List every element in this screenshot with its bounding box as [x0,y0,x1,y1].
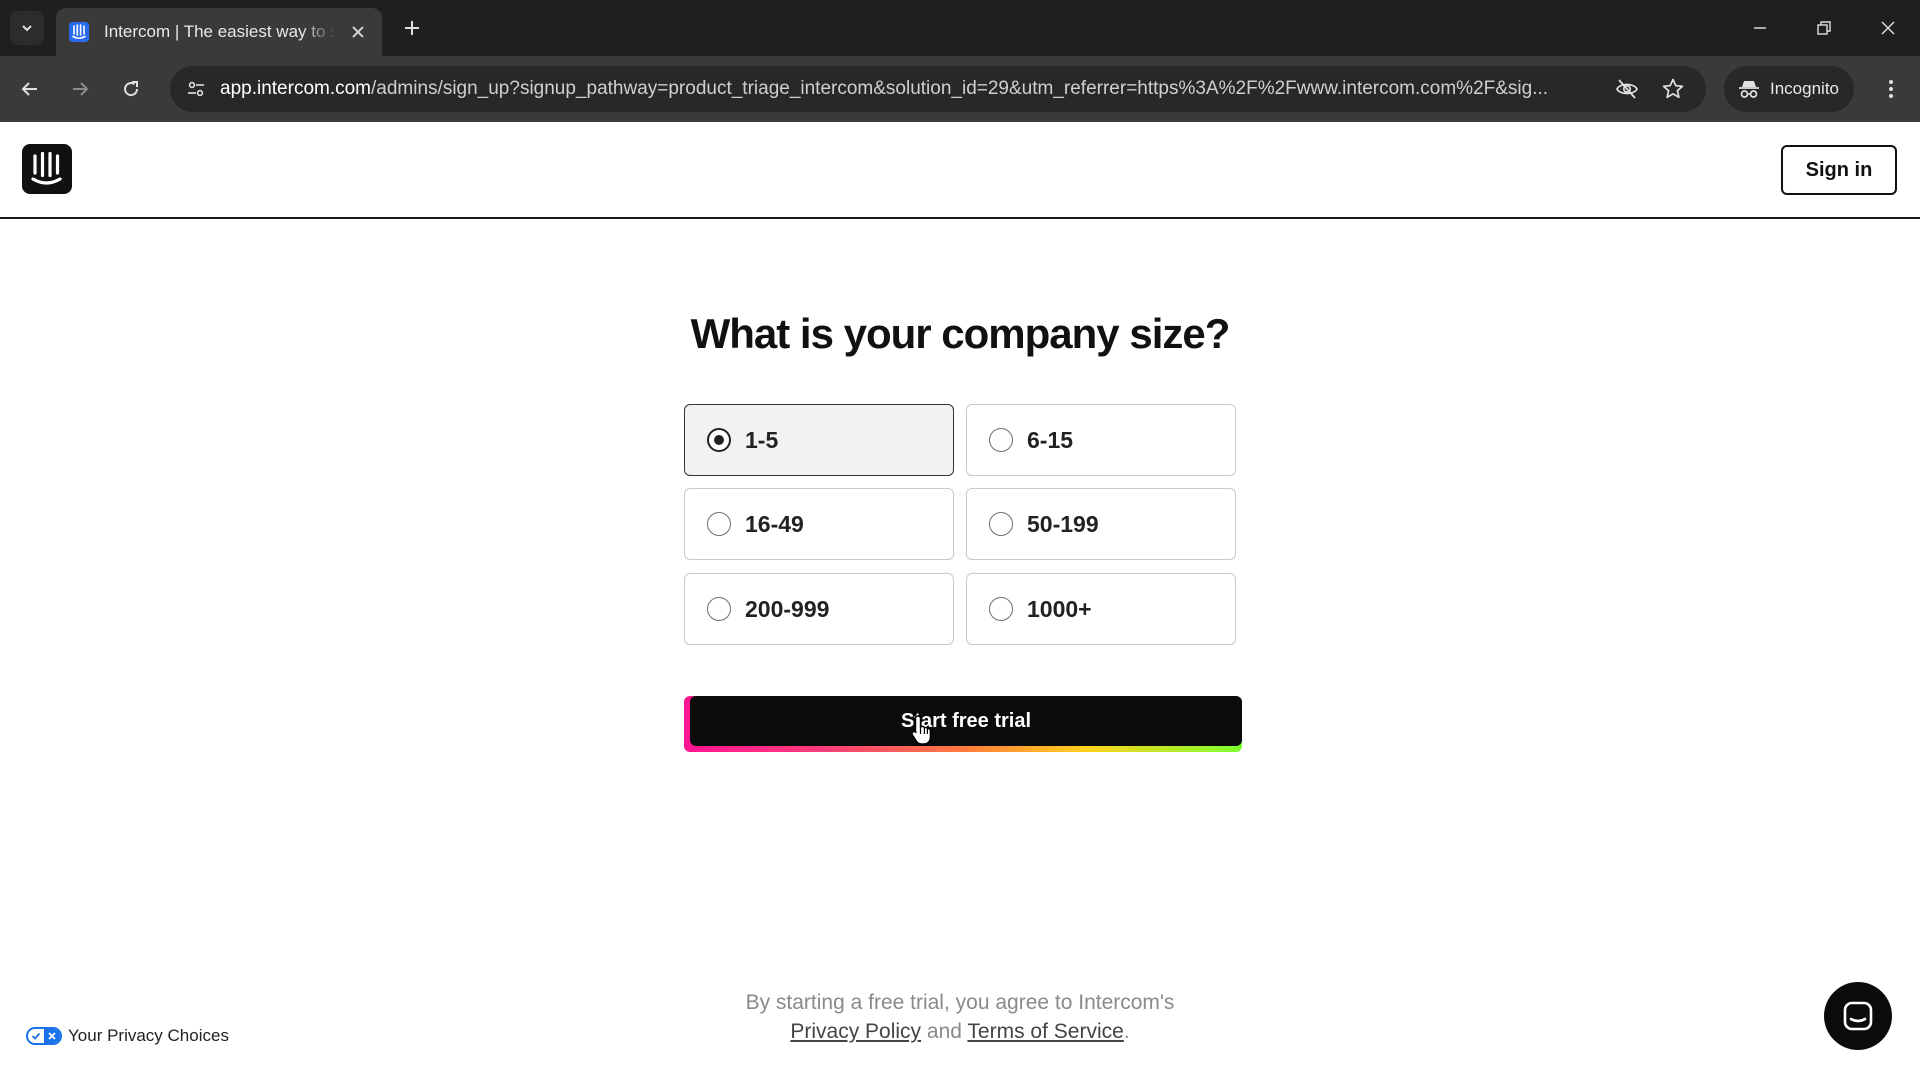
option-label: 200-999 [745,595,830,622]
chat-icon [1843,1001,1873,1031]
site-info-button[interactable] [182,75,210,103]
radio-button[interactable] [989,512,1013,536]
legal-and-text: and [926,1020,962,1043]
incognito-label: Incognito [1770,79,1839,98]
tab-search-button[interactable] [10,11,44,45]
back-button[interactable] [13,72,47,106]
privacy-choices-label: Your Privacy Choices [68,1026,229,1045]
forward-button[interactable] [63,72,97,106]
option-label: 50-199 [1027,510,1099,537]
browser-tab-strip: Intercom | The easiest way to scale [0,0,1920,56]
legal-period: . [1123,1020,1130,1043]
intercom-favicon-icon [69,22,89,42]
tracking-protection-button[interactable] [1614,76,1640,102]
reload-icon [124,81,139,97]
intercom-logo[interactable] [22,144,72,194]
minimize-window-button[interactable] [1740,10,1780,46]
legal-notice: By starting a free trial, you agree to I… [0,988,1920,1046]
browser-tab-active[interactable]: Intercom | The easiest way to scale [56,8,382,56]
restore-icon [1817,21,1831,35]
incognito-icon [1739,81,1759,98]
hand-cursor-icon [911,715,932,745]
address-bar[interactable]: app.intercom.com/admins/sign_up?signup_p… [170,66,1706,112]
url-text: app.intercom.com/admins/sign_up?signup_p… [220,78,1590,100]
restore-window-button[interactable] [1804,10,1844,46]
intercom-logo-icon [31,151,62,185]
privacy-toggle-icon [26,1027,62,1045]
company-size-option-50-199[interactable]: 50-199 [966,488,1236,560]
option-label: 1000+ [1027,595,1092,622]
privacy-policy-link[interactable]: Privacy Policy [790,1020,921,1043]
kebab-menu-icon [1889,80,1893,98]
browser-menu-button[interactable] [1874,72,1908,106]
sign-in-button[interactable]: Sign in [1781,145,1897,195]
reload-button[interactable] [114,72,148,106]
radio-button[interactable] [707,428,731,452]
tab-title: Intercom | The easiest way to scale [104,22,336,41]
option-label: 16-49 [745,510,804,537]
tab-close-button[interactable] [346,20,370,44]
site-info-icon [188,81,204,97]
privacy-choices-link[interactable]: Your Privacy Choices [26,1026,229,1046]
company-size-option-16-49[interactable]: 16-49 [684,488,954,560]
site-header: Sign in [0,122,1920,219]
minimize-icon [1754,27,1766,29]
radio-button[interactable] [707,512,731,536]
start-trial-button-gradient: Start free trial [684,696,1242,752]
page-title: What is your company size? [690,310,1231,357]
company-size-option-1-5[interactable]: 1-5 [684,404,954,476]
plus-icon [405,21,419,35]
close-icon [1881,21,1895,35]
option-label: 1-5 [745,426,779,453]
company-size-option-200-999[interactable]: 200-999 [684,573,954,645]
company-size-option-1000-plus[interactable]: 1000+ [966,573,1236,645]
radio-button[interactable] [989,428,1013,452]
legal-links-line: Privacy Policy and Terms of Service. [0,1017,1920,1046]
company-size-option-6-15[interactable]: 6-15 [966,404,1236,476]
bookmark-button[interactable] [1660,76,1686,102]
messenger-launcher[interactable] [1824,982,1892,1050]
page-content: Sign in What is your company size? 1-5 6… [0,122,1920,1080]
star-icon [1662,78,1684,99]
chevron-down-icon [22,25,32,32]
close-window-button[interactable] [1868,10,1908,46]
option-label: 6-15 [1027,426,1074,453]
radio-button[interactable] [707,597,731,621]
eye-off-icon [1616,79,1638,99]
url-host: app.intercom.com [220,78,372,99]
legal-text: By starting a free trial, you agree to I… [745,991,1175,1014]
forward-icon [73,82,89,96]
terms-of-service-link[interactable]: Terms of Service [967,1020,1123,1043]
url-path: /admins/sign_up?signup_pathway=product_t… [371,78,1549,99]
back-icon [21,82,37,96]
new-tab-button[interactable] [398,14,426,42]
incognito-indicator[interactable]: Incognito [1724,66,1854,112]
browser-toolbar: app.intercom.com/admins/sign_up?signup_p… [0,56,1920,122]
start-free-trial-button[interactable]: Start free trial [690,696,1242,746]
close-icon [352,26,364,38]
radio-button[interactable] [989,597,1013,621]
